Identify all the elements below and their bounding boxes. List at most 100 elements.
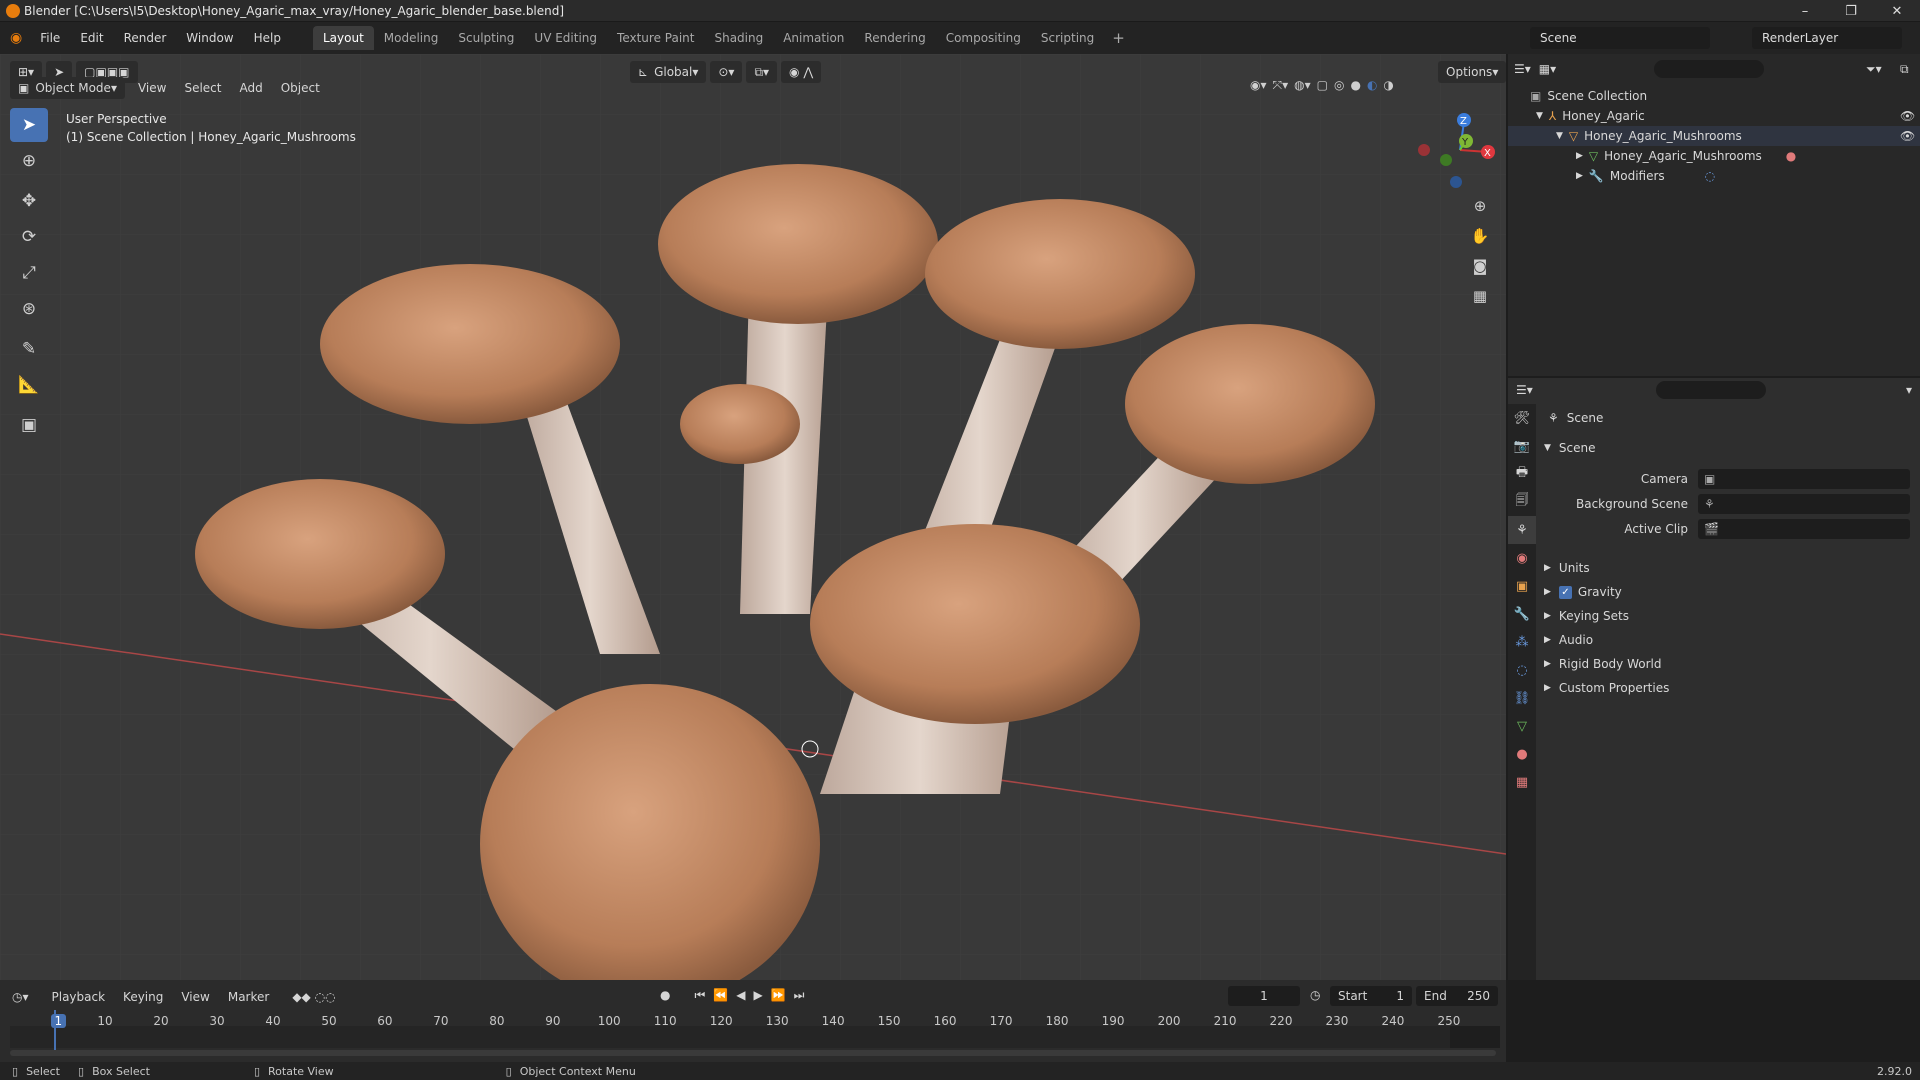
transform-tool-icon[interactable]: ⊛: [10, 292, 48, 326]
visibility-icon[interactable]: ◉▾: [1250, 78, 1267, 93]
menu-item-render[interactable]: Render: [114, 31, 177, 45]
tab-uv-editing[interactable]: UV Editing: [524, 26, 607, 50]
tab-animation[interactable]: Animation: [773, 26, 854, 50]
modifier-tab-icon[interactable]: 🔧: [1508, 600, 1536, 628]
world-tab-icon[interactable]: ◉: [1508, 544, 1536, 572]
add-workspace-icon[interactable]: +: [1112, 29, 1125, 47]
disclosure-icon[interactable]: ▶: [1576, 151, 1583, 161]
restore-icon[interactable]: ❐: [1828, 0, 1874, 22]
jump-end-icon[interactable]: ⏭: [794, 988, 805, 1003]
tab-texture-paint[interactable]: Texture Paint: [607, 26, 704, 50]
panel-units[interactable]: ▶ Units: [1544, 557, 1590, 579]
viewport-menu-object[interactable]: Object: [272, 81, 329, 95]
outliner-editor-icon[interactable]: ☰▾: [1514, 62, 1531, 76]
pan-hand-icon[interactable]: ✋: [1465, 221, 1495, 251]
data-tab-icon[interactable]: ▽: [1508, 712, 1536, 740]
physics-tab-icon[interactable]: ◌: [1508, 656, 1536, 684]
scene-selector[interactable]: Scene: [1530, 27, 1710, 49]
output-tab-icon[interactable]: 🖶: [1508, 460, 1536, 488]
gravity-checkbox[interactable]: ✓: [1558, 585, 1572, 599]
timeline-menu-playback[interactable]: Playback: [43, 990, 115, 1004]
disclosure-icon[interactable]: ▼: [1556, 131, 1563, 141]
keyframe-icons[interactable]: ◆◆ ◌◌: [292, 990, 335, 1004]
gizmo-toggle-icon[interactable]: ⤧▾: [1273, 78, 1289, 93]
tab-sculpting[interactable]: Sculpting: [448, 26, 524, 50]
select-box-icon[interactable]: ➤: [10, 108, 48, 142]
solid-shading-icon[interactable]: ●: [1350, 78, 1360, 93]
start-frame-field[interactable]: Start 1: [1330, 986, 1412, 1006]
viewport-menu-view[interactable]: View: [129, 81, 175, 95]
end-frame-field[interactable]: End 250: [1416, 986, 1498, 1006]
renderlayer-selector[interactable]: RenderLayer: [1752, 27, 1902, 49]
tab-rendering[interactable]: Rendering: [854, 26, 935, 50]
object-tab-icon[interactable]: ▣: [1508, 572, 1536, 600]
blender-menu-icon[interactable]: ◉: [10, 30, 22, 46]
scene-section-header[interactable]: ▼ Scene: [1544, 437, 1596, 459]
active-clip-field[interactable]: 🎬: [1698, 519, 1910, 539]
menu-item-edit[interactable]: Edit: [70, 31, 113, 45]
timeline-scrollbar[interactable]: [10, 1050, 1496, 1056]
timeline-menu-view[interactable]: View: [172, 990, 218, 1004]
new-collection-icon[interactable]: ⧉: [1900, 62, 1909, 77]
render-tab-icon[interactable]: 📷: [1508, 432, 1536, 460]
outliner-search-input[interactable]: [1654, 60, 1764, 78]
filter-icon[interactable]: ⏷▾: [1866, 62, 1882, 77]
camera-view-icon[interactable]: ◙: [1465, 251, 1495, 281]
particles-tab-icon[interactable]: ⁂: [1508, 628, 1536, 656]
tab-shading[interactable]: Shading: [704, 26, 773, 50]
rendered-shading-icon[interactable]: ◑: [1383, 78, 1393, 93]
panel-keying-sets[interactable]: ▶ Keying Sets: [1544, 605, 1629, 627]
outliner-item-mesh[interactable]: ▶ ▽ Honey_Agaric_Mushrooms ●: [1508, 146, 1920, 166]
material-tab-icon[interactable]: ●: [1508, 740, 1536, 768]
timeline-menu-marker[interactable]: Marker: [219, 990, 278, 1004]
rotate-tool-icon[interactable]: ⟳: [10, 220, 48, 254]
tab-compositing[interactable]: Compositing: [936, 26, 1031, 50]
minimize-icon[interactable]: –: [1782, 0, 1828, 22]
wireframe-shading-icon[interactable]: ◎: [1334, 78, 1344, 93]
scene-tab-icon[interactable]: ⚘: [1508, 516, 1536, 544]
ortho-grid-icon[interactable]: ▦: [1465, 281, 1495, 311]
timeline-track[interactable]: [10, 1026, 1496, 1048]
properties-editor-icon[interactable]: ☰▾: [1516, 383, 1533, 397]
outliner-root[interactable]: ▣ Scene Collection: [1508, 86, 1920, 106]
panel-audio[interactable]: ▶ Audio: [1544, 629, 1593, 651]
record-icon[interactable]: ●: [660, 988, 670, 1003]
constraints-tab-icon[interactable]: ⛓: [1508, 684, 1536, 712]
outliner-item-object[interactable]: ▼ ▽ Honey_Agaric_Mushrooms 👁: [1508, 126, 1920, 146]
texture-tab-icon[interactable]: ▦: [1508, 768, 1536, 796]
chevron-down-icon[interactable]: ▾: [1906, 383, 1912, 397]
panel-gravity[interactable]: ▶ ✓ Gravity: [1544, 581, 1622, 603]
shading-controls[interactable]: ◉▾ ⤧▾ ◍▾ ▢ ◎ ● ◐ ◑: [1250, 78, 1394, 93]
disclosure-icon[interactable]: ▼: [1536, 111, 1543, 121]
mode-dropdown[interactable]: ▣ Object Mode ▾: [10, 77, 125, 99]
current-frame-field[interactable]: 1: [1228, 986, 1300, 1006]
xray-icon[interactable]: ▢: [1317, 78, 1328, 93]
tool-tab-icon[interactable]: 🛠: [1508, 404, 1536, 432]
eye-icon[interactable]: 👁: [1900, 109, 1915, 123]
menu-item-help[interactable]: Help: [244, 31, 291, 45]
cursor-tool-icon[interactable]: ⊕: [10, 144, 48, 178]
menu-item-file[interactable]: File: [30, 31, 70, 45]
prev-keyframe-icon[interactable]: ⏪: [713, 988, 728, 1003]
view-layer-tab-icon[interactable]: 🗐: [1508, 488, 1536, 516]
close-icon[interactable]: ✕: [1874, 0, 1920, 22]
menu-item-window[interactable]: Window: [176, 31, 243, 45]
measure-tool-icon[interactable]: 📐: [10, 368, 48, 402]
background-scene-field[interactable]: ⚘: [1698, 494, 1910, 514]
disclosure-icon[interactable]: ▶: [1576, 171, 1583, 181]
viewport-menu-add[interactable]: Add: [230, 81, 271, 95]
viewport-menu-select[interactable]: Select: [175, 81, 230, 95]
tab-layout[interactable]: Layout: [312, 26, 374, 50]
3d-viewport[interactable]: X Z Y User Perspective (1) Scene Collect…: [0, 54, 1506, 980]
panel-rigid-body-world[interactable]: ▶ Rigid Body World: [1544, 653, 1661, 675]
move-tool-icon[interactable]: ✥: [10, 184, 48, 218]
clock-icon[interactable]: ◷: [1310, 988, 1320, 1002]
tab-modeling[interactable]: Modeling: [374, 26, 449, 50]
scale-tool-icon[interactable]: ⤢: [10, 256, 48, 290]
outliner-item-modifiers[interactable]: ▶ 🔧 Modifiers ◌: [1508, 166, 1920, 186]
properties-search-input[interactable]: [1656, 381, 1766, 399]
add-cube-icon[interactable]: ▣: [10, 408, 48, 442]
timeline-menu-keying[interactable]: Keying: [114, 990, 172, 1004]
panel-custom-properties[interactable]: ▶ Custom Properties: [1544, 677, 1669, 699]
next-keyframe-icon[interactable]: ⏩: [771, 988, 786, 1003]
